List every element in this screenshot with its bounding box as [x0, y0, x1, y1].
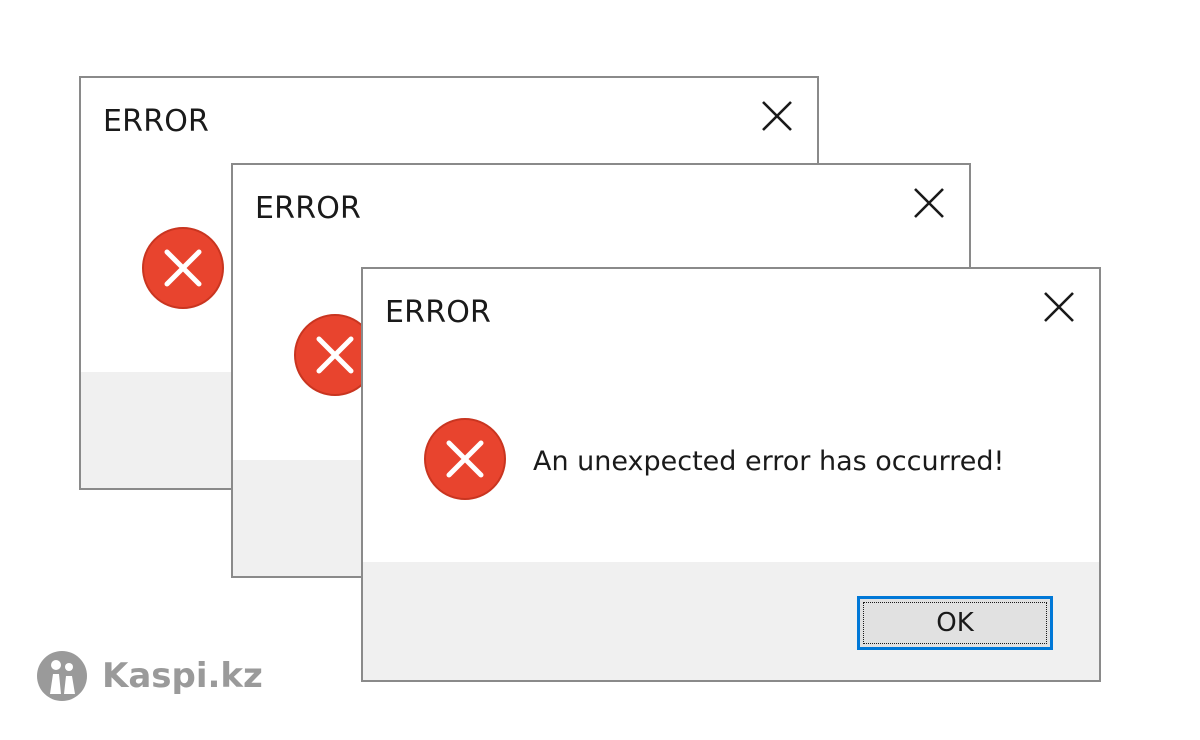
watermark-text: Kaspi.kz [102, 656, 263, 696]
ok-button[interactable]: OK [857, 596, 1053, 650]
close-icon[interactable] [1041, 289, 1077, 325]
dialog-title: ERROR [103, 104, 210, 139]
close-icon[interactable] [911, 185, 947, 221]
kaspi-logo-icon [36, 650, 88, 702]
error-icon [141, 226, 225, 310]
watermark: Kaspi.kz [36, 650, 263, 702]
screen: ERROR ERROR OK ERROR An unexpected error… [0, 0, 1200, 740]
dialog-title: ERROR [255, 191, 362, 226]
error-dialog-front: OK ERROR An unexpected error has occurre… [361, 267, 1101, 682]
close-icon[interactable] [759, 98, 795, 134]
dialog-footer: OK [363, 562, 1099, 680]
dialog-title: ERROR [385, 295, 492, 330]
ok-button-label: OK [936, 608, 974, 638]
error-message: An unexpected error has occurred! [533, 446, 1005, 477]
error-icon [423, 417, 507, 501]
